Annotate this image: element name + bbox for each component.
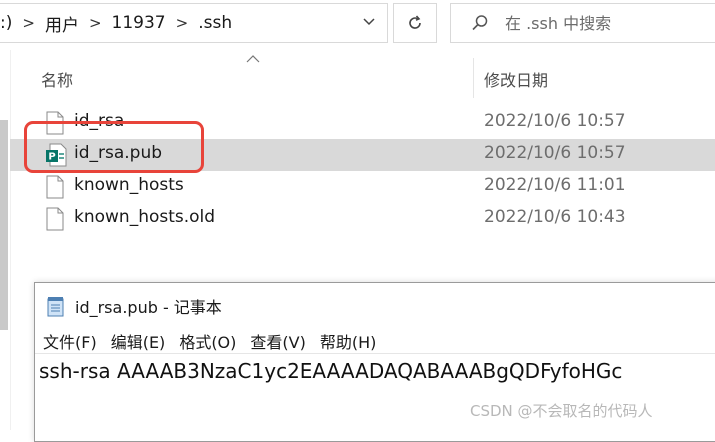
column-header-name[interactable]: 名称 bbox=[41, 67, 73, 91]
breadcrumb-separator-icon: > bbox=[22, 14, 35, 32]
file-icon bbox=[46, 175, 64, 199]
breadcrumb-separator-icon: > bbox=[175, 14, 189, 32]
refresh-button[interactable] bbox=[393, 3, 437, 43]
column-header-date-modified[interactable]: 修改日期 bbox=[484, 67, 548, 91]
refresh-icon bbox=[409, 15, 421, 29]
chevron-down-icon[interactable] bbox=[361, 14, 377, 30]
explorer-toolbar: :) > 用户 > 11937 > .ssh bbox=[0, 0, 715, 50]
sort-ascending-icon bbox=[246, 55, 260, 63]
search-icon bbox=[472, 15, 488, 31]
scrollbar-thumb[interactable] bbox=[0, 120, 8, 330]
search-input[interactable] bbox=[503, 12, 707, 34]
notepad-title-bar[interactable]: id_rsa.pub - 记事本 bbox=[45, 291, 222, 321]
menu-divider bbox=[35, 353, 715, 354]
breadcrumb-drive[interactable]: :) bbox=[0, 13, 12, 33]
search-box[interactable] bbox=[450, 3, 715, 43]
file-list-header: 名称 修改日期 bbox=[10, 55, 715, 98]
breadcrumb-user-folder[interactable]: 11937 bbox=[112, 13, 166, 33]
breadcrumb-ssh[interactable]: .ssh bbox=[198, 13, 232, 33]
menu-format[interactable]: 格式(O) bbox=[179, 329, 236, 353]
file-icon bbox=[46, 207, 64, 231]
file-date: 2022/10/6 10:57 bbox=[484, 143, 626, 163]
menu-help[interactable]: 帮助(H) bbox=[320, 329, 377, 353]
notepad-text-area[interactable]: ssh-rsa AAAAB3NzaC1yc2EAAAADAQABAAABgQDF… bbox=[39, 359, 622, 383]
breadcrumb-users[interactable]: 用户 bbox=[45, 11, 79, 36]
file-row[interactable]: known_hosts 2022/10/6 11:01 bbox=[10, 171, 715, 203]
menu-view[interactable]: 查看(V) bbox=[250, 329, 305, 353]
file-row[interactable]: known_hosts.old 2022/10/6 10:43 bbox=[10, 203, 715, 235]
notepad-icon bbox=[47, 297, 64, 317]
address-bar[interactable]: :) > 用户 > 11937 > .ssh bbox=[0, 3, 388, 43]
menu-edit[interactable]: 编辑(E) bbox=[111, 329, 166, 353]
red-highlight-annotation bbox=[24, 121, 204, 173]
notepad-menu-bar: 文件(F) 编辑(E) 格式(O) 查看(V) 帮助(H) bbox=[43, 329, 376, 353]
notepad-title: id_rsa.pub - 记事本 bbox=[75, 298, 222, 317]
file-date: 2022/10/6 10:57 bbox=[484, 111, 626, 131]
menu-file[interactable]: 文件(F) bbox=[43, 329, 97, 353]
file-name: known_hosts bbox=[74, 175, 184, 195]
file-date: 2022/10/6 11:01 bbox=[484, 175, 626, 195]
watermark: CSDN @不会取名的代码人 bbox=[470, 402, 653, 420]
file-name: known_hosts.old bbox=[74, 207, 216, 227]
file-date: 2022/10/6 10:43 bbox=[484, 207, 626, 227]
breadcrumb-separator-icon: > bbox=[88, 14, 102, 32]
column-divider[interactable] bbox=[473, 58, 474, 98]
